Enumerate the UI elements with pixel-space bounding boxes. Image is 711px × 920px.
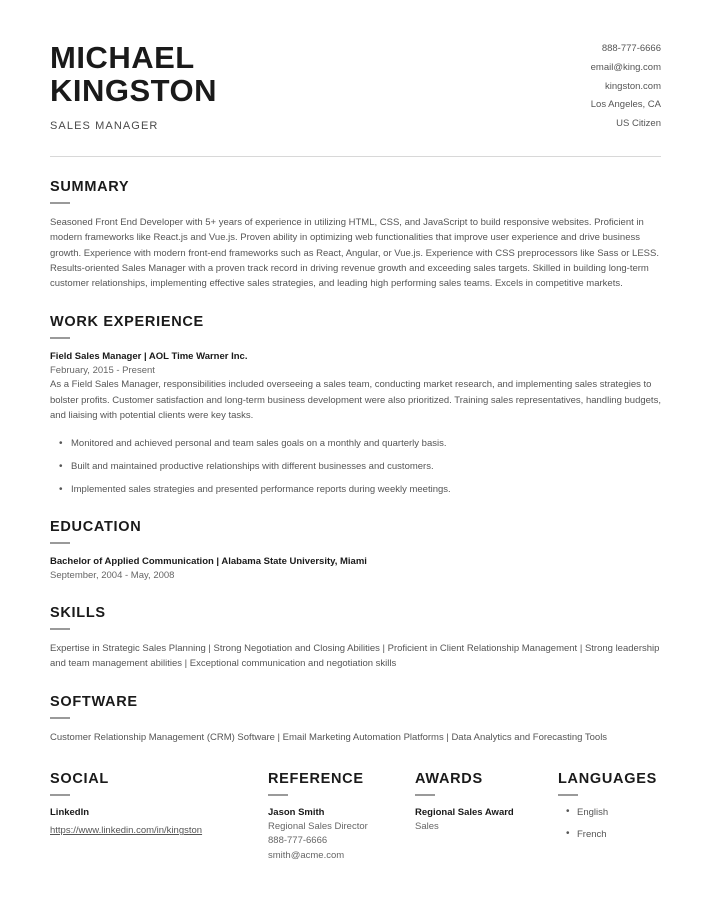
education-entry-degree: Bachelor of Applied Communication | Alab…: [50, 556, 367, 568]
heading-accent-bar: [50, 793, 70, 796]
reference-body: Jason Smith Regional Sales Director 888-…: [268, 806, 415, 863]
work-entry-title: Field Sales Manager | AOL Time Warner In…: [50, 350, 248, 362]
header-divider: [50, 155, 661, 157]
candidate-job-title: SALES MANAGER: [50, 119, 159, 132]
reference-role: Regional Sales Director: [268, 821, 368, 833]
contact-website: kingston.com: [605, 80, 661, 92]
work-entry-description: As a Field Sales Manager, responsibiliti…: [50, 379, 661, 422]
summary-body: Seasoned Front End Developer with 5+ yea…: [50, 215, 661, 292]
candidate-first-name: MICHAEL: [50, 40, 195, 75]
contact-phone: 888-777-6666: [601, 43, 661, 54]
education-entry-date: September, 2004 - May, 2008: [50, 570, 175, 582]
award-title: Regional Sales Award: [415, 806, 514, 818]
heading-accent-bar: [268, 793, 288, 796]
social-network-name: LinkedIn: [50, 806, 90, 818]
awards-body: Regional Sales Award Sales: [415, 806, 558, 835]
section-education: EDUCATION Bachelor of Applied Communicat…: [50, 519, 661, 583]
section-skills: SKILLS Expertise in Strategic Sales Plan…: [50, 605, 661, 672]
candidate-name: MICHAEL KINGSTON: [50, 40, 218, 108]
award-category: Sales: [415, 821, 439, 833]
resume-header: MICHAEL KINGSTON SALES MANAGER 888-777-6…: [50, 0, 661, 134]
list-item: Monitored and achieved personal and team…: [59, 435, 661, 450]
education-heading: EDUCATION: [50, 519, 142, 536]
list-item: English: [566, 805, 661, 820]
skills-text: Expertise in Strategic Sales Planning | …: [50, 642, 660, 670]
work-experience-body: Field Sales Manager | AOL Time Warner In…: [50, 350, 661, 497]
heading-accent-bar: [558, 793, 578, 796]
summary-paragraph-1: Seasoned Front End Developer with 5+ yea…: [50, 216, 659, 259]
heading-accent-bar: [50, 627, 70, 630]
reference-heading: REFERENCE: [268, 770, 364, 787]
heading-accent-bar: [415, 793, 435, 796]
contact-location: Los Angeles, CA: [590, 99, 661, 111]
identity-block: MICHAEL KINGSTON SALES MANAGER: [50, 36, 217, 132]
social-body: LinkedIn https://www.linkedin.com/in/kin…: [50, 806, 268, 839]
education-body: Bachelor of Applied Communication | Alab…: [50, 555, 661, 583]
skills-body: Expertise in Strategic Sales Planning | …: [50, 641, 661, 672]
bottom-columns: SOCIAL LinkedIn https://www.linkedin.com…: [50, 771, 661, 863]
reference-email: smith@acme.com: [268, 849, 345, 861]
skills-heading: SKILLS: [50, 604, 106, 621]
contact-email: email@king.com: [590, 61, 661, 73]
heading-accent-bar: [50, 201, 70, 204]
software-heading: SOFTWARE: [50, 693, 138, 710]
heading-accent-bar: [50, 716, 70, 719]
contact-block: 888-777-6666 email@king.com kingston.com…: [591, 36, 661, 134]
section-social: SOCIAL LinkedIn https://www.linkedin.com…: [50, 771, 268, 863]
resume-page: MICHAEL KINGSTON SALES MANAGER 888-777-6…: [0, 0, 711, 920]
languages-body: English French: [558, 805, 661, 842]
languages-list: English French: [558, 805, 661, 842]
awards-heading: AWARDS: [415, 770, 483, 787]
section-languages: LANGUAGES English French: [558, 771, 661, 863]
work-entry: Field Sales Manager | AOL Time Warner In…: [50, 350, 661, 497]
list-item: Built and maintained productive relation…: [59, 459, 661, 474]
reference-name: Jason Smith: [268, 806, 325, 818]
summary-paragraph-2: Results-oriented Sales Manager with a pr…: [50, 263, 649, 290]
software-text: Customer Relationship Management (CRM) S…: [50, 731, 608, 743]
contact-citizenship: US Citizen: [616, 118, 661, 130]
heading-accent-bar: [50, 542, 70, 545]
languages-heading: LANGUAGES: [558, 770, 657, 787]
summary-heading: SUMMARY: [50, 178, 130, 195]
list-item: Implemented sales strategies and present…: [59, 482, 661, 497]
section-work-experience: WORK EXPERIENCE Field Sales Manager | AO…: [50, 314, 661, 497]
section-software: SOFTWARE Customer Relationship Managemen…: [50, 694, 661, 745]
social-heading: SOCIAL: [50, 770, 109, 787]
candidate-last-name: KINGSTON: [50, 72, 218, 108]
software-body: Customer Relationship Management (CRM) S…: [50, 730, 661, 745]
heading-accent-bar: [50, 336, 70, 339]
work-entry-bullets: Monitored and achieved personal and team…: [50, 435, 661, 497]
section-summary: SUMMARY Seasoned Front End Developer wit…: [50, 179, 661, 292]
work-experience-heading: WORK EXPERIENCE: [50, 313, 204, 330]
section-reference: REFERENCE Jason Smith Regional Sales Dir…: [268, 771, 415, 863]
work-entry-date: February, 2015 - Present: [50, 364, 155, 376]
list-item: French: [566, 827, 661, 842]
education-entry: Bachelor of Applied Communication | Alab…: [50, 555, 661, 583]
reference-phone: 888-777-6666: [268, 835, 328, 847]
social-profile-link[interactable]: https://www.linkedin.com/in/kingston: [50, 824, 202, 838]
section-awards: AWARDS Regional Sales Award Sales: [415, 771, 558, 863]
